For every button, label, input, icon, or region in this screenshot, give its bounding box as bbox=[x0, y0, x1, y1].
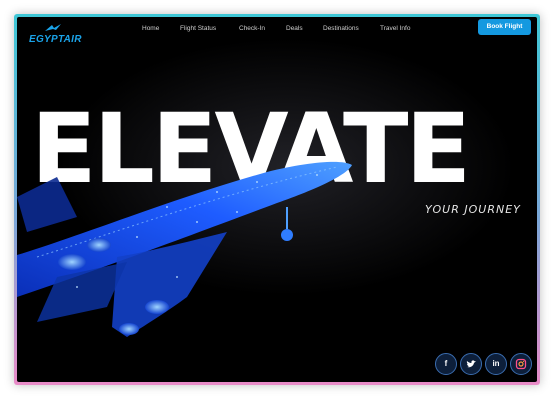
twitter-link[interactable] bbox=[460, 353, 482, 375]
nav-item-flight-status[interactable]: Flight Status bbox=[180, 25, 216, 32]
twitter-icon bbox=[466, 360, 476, 368]
instagram-icon bbox=[515, 358, 527, 370]
linkedin-icon: in bbox=[492, 359, 500, 368]
webpage-screen: EGYPTAIR Home Flight Status Check-In Dea… bbox=[17, 17, 537, 382]
hero-tagline: YOUR JOURNEY bbox=[425, 203, 521, 216]
nav-item-travel-info[interactable]: Travel Info bbox=[380, 25, 410, 32]
book-flight-button[interactable]: Book Flight bbox=[478, 19, 531, 35]
airplane-illustration bbox=[17, 161, 352, 337]
instagram-link[interactable] bbox=[510, 353, 532, 375]
linkedin-link[interactable]: in bbox=[485, 353, 507, 375]
nav-item-check-in[interactable]: Check-In bbox=[239, 25, 265, 32]
nav-item-deals[interactable]: Deals bbox=[286, 25, 303, 32]
nav-item-home[interactable]: Home bbox=[142, 25, 159, 32]
top-navigation: Home Flight Status Check-In Deals Destin… bbox=[17, 25, 537, 37]
nav-item-destinations[interactable]: Destinations bbox=[323, 25, 359, 32]
facebook-icon: f bbox=[444, 359, 448, 368]
facebook-link[interactable]: f bbox=[435, 353, 457, 375]
